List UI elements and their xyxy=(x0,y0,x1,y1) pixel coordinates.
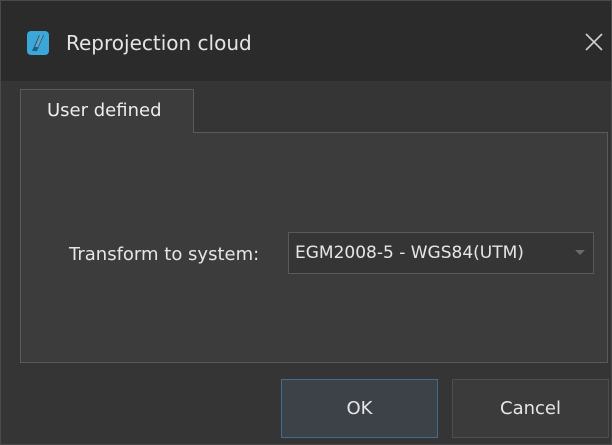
transform-system-dropdown[interactable]: EGM2008-5 - WGS84(UTM) xyxy=(288,232,594,274)
tab-content-panel: Transform to system: EGM2008-5 - WGS84(U… xyxy=(20,132,608,363)
transform-label: Transform to system: xyxy=(69,244,260,265)
tab-label: User defined xyxy=(47,100,162,121)
title-bar: Reprojection cloud xyxy=(1,1,611,81)
transform-system-value: EGM2008-5 - WGS84(UTM) xyxy=(295,243,524,263)
cancel-button[interactable]: Cancel xyxy=(452,379,609,438)
close-icon[interactable] xyxy=(581,29,607,55)
ok-button[interactable]: OK xyxy=(281,379,438,438)
app-logo-icon xyxy=(27,31,49,55)
chevron-down-icon xyxy=(575,250,585,255)
tab-user-defined[interactable]: User defined xyxy=(20,89,194,133)
window-title: Reprojection cloud xyxy=(66,31,252,55)
reprojection-dialog: Reprojection cloud User defined Transfor… xyxy=(0,0,612,445)
